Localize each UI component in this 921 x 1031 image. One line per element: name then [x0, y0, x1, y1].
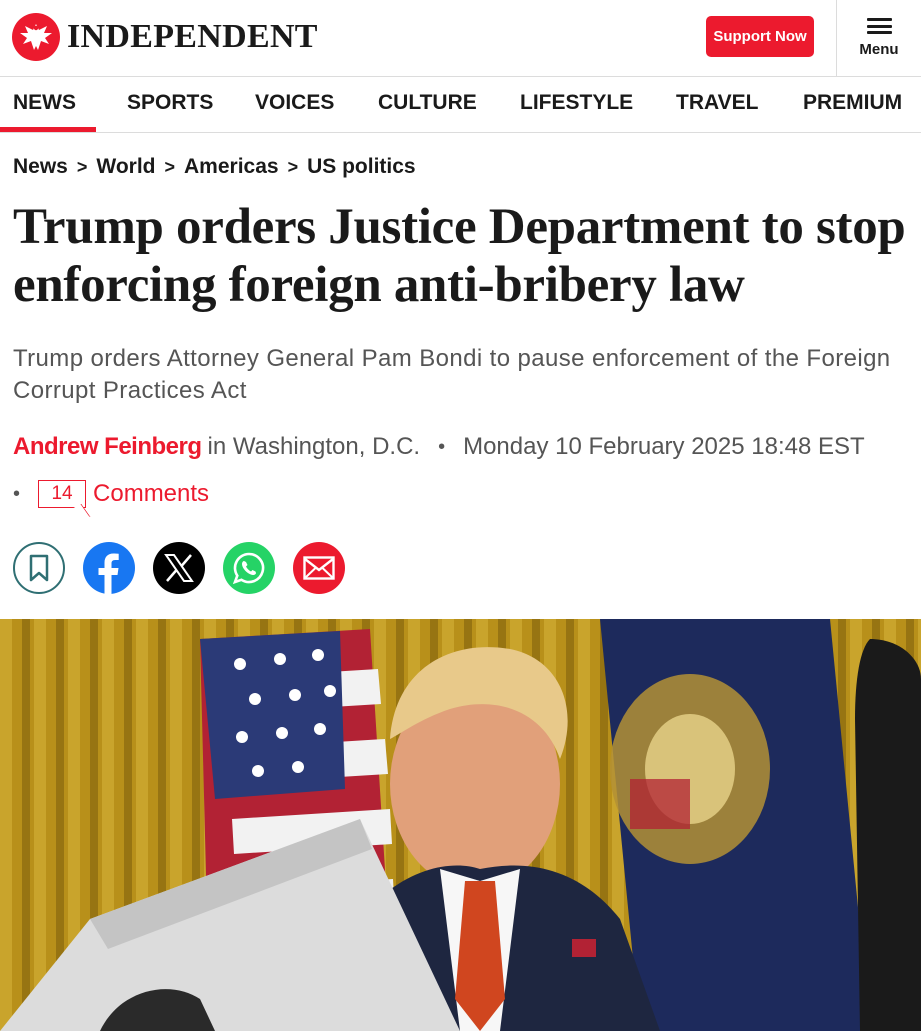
nav-item-premium[interactable]: PREMIUM: [803, 77, 902, 132]
whatsapp-icon[interactable]: [223, 542, 275, 594]
section-nav: NEWS SPORTS VOICES CULTURE LIFESTYLE TRA…: [0, 77, 921, 133]
nav-item-lifestyle[interactable]: LIFESTYLE: [520, 77, 633, 132]
breadcrumb-separator: >: [164, 156, 175, 177]
article-headline: Trump orders Justice Department to stop …: [13, 199, 906, 313]
author-link[interactable]: Andrew Feinberg: [13, 433, 202, 461]
nav-item-culture[interactable]: CULTURE: [378, 77, 477, 132]
independent-logo[interactable]: INDEPENDENT: [12, 13, 318, 61]
email-icon[interactable]: [293, 542, 345, 594]
byline-separator: •: [438, 435, 446, 458]
breadcrumb-world[interactable]: World: [96, 155, 155, 179]
breadcrumb: News > World > Americas > US politics: [13, 155, 416, 179]
brand-wordmark: INDEPENDENT: [67, 18, 318, 55]
x-icon[interactable]: [153, 542, 205, 594]
breadcrumb-us-politics[interactable]: US politics: [307, 155, 416, 179]
comments-separator: •: [13, 482, 21, 505]
nav-item-news[interactable]: NEWS: [0, 77, 96, 132]
article-standfirst: Trump orders Attorney General Pam Bondi …: [13, 345, 891, 404]
breadcrumb-separator: >: [76, 156, 88, 177]
share-bar: [13, 542, 363, 594]
breadcrumb-separator: >: [287, 156, 299, 177]
hamburger-icon: [866, 18, 892, 34]
nav-item-voices[interactable]: VOICES: [255, 77, 334, 132]
menu-button[interactable]: Menu: [837, 0, 921, 76]
article-byline: Andrew Feinberg in Washington, D.C. • Mo…: [13, 433, 865, 461]
publish-datetime: Monday 10 February 2025 18:48 EST: [463, 433, 865, 460]
breadcrumb-americas[interactable]: Americas: [184, 155, 279, 179]
nav-item-travel[interactable]: TRAVEL: [676, 77, 758, 132]
menu-label: Menu: [859, 41, 899, 58]
nav-item-sports[interactable]: SPORTS: [127, 77, 213, 132]
hero-image: [0, 619, 921, 1031]
dateline-location: in Washington, D.C.: [207, 433, 421, 460]
bookmark-icon[interactable]: [13, 542, 65, 594]
facebook-icon[interactable]: [83, 542, 135, 594]
site-header: INDEPENDENT Support Now Menu: [0, 0, 921, 77]
eagle-logo-icon: [12, 13, 60, 61]
breadcrumb-news[interactable]: News: [13, 155, 68, 179]
comments-row: • 14 Comments: [13, 480, 209, 508]
comment-count-bubble[interactable]: 14: [38, 480, 87, 508]
support-now-button[interactable]: Support Now: [706, 16, 814, 57]
comments-link[interactable]: Comments: [93, 480, 209, 508]
